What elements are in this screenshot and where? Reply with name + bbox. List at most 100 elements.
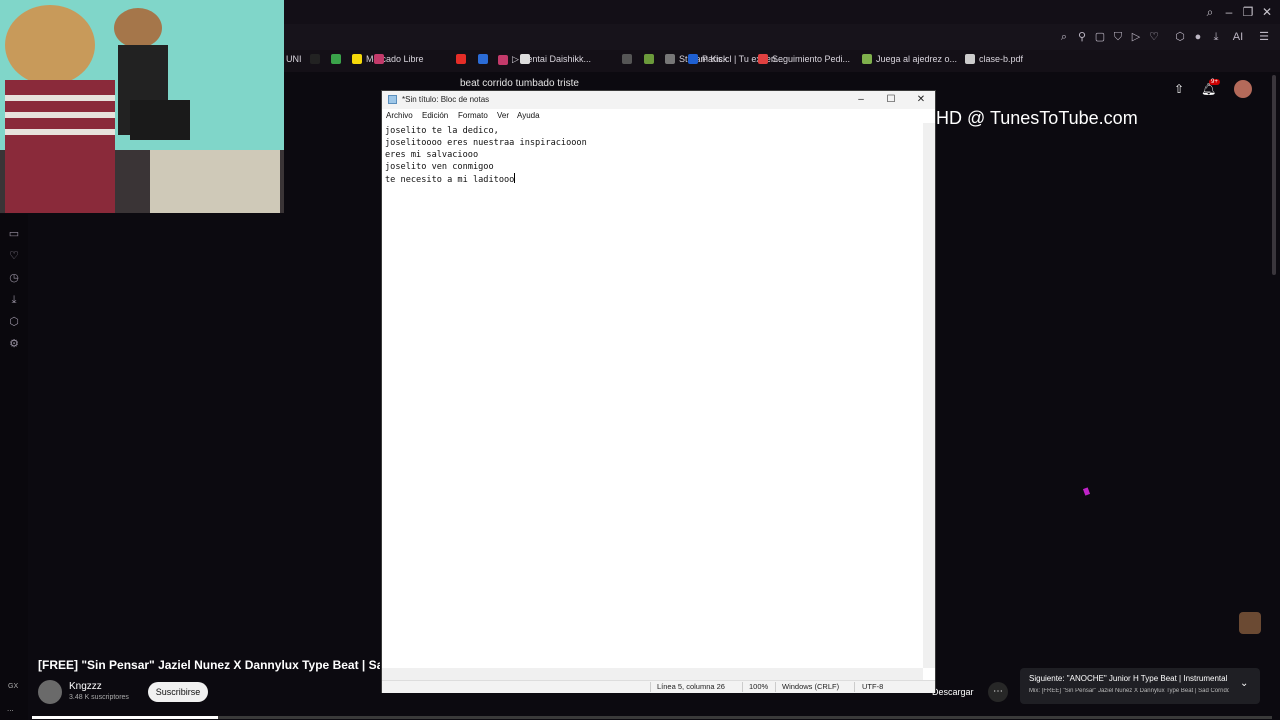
status-line-ending: Windows (CRLF) — [782, 682, 840, 691]
bookmark-icon — [456, 54, 466, 64]
pin-icon[interactable]: ⚲ — [1075, 30, 1089, 44]
video-progress-fill — [32, 716, 218, 719]
settings-icon[interactable]: ⚙ — [6, 336, 22, 352]
extensions-icon[interactable]: ⬡ — [1173, 30, 1187, 44]
bookmark-icon — [644, 54, 654, 64]
notepad-window: *Sin título: Bloc de notas – ☐ ✕ Archivo… — [381, 90, 936, 693]
minimize-button[interactable]: – — [846, 91, 876, 109]
zoom-icon[interactable]: ⌕ — [1057, 30, 1071, 44]
text-caret — [514, 173, 516, 183]
sidebar-more-icon[interactable]: ... — [7, 704, 14, 713]
heart-icon[interactable]: ♡ — [1147, 30, 1161, 44]
next-video-subtitle: Mix: [FREE] "Sin Pensar" Jaziel Nunez X … — [1029, 688, 1229, 694]
bookmark-item[interactable]: Mercado Libre — [352, 54, 424, 64]
bookmark-item[interactable] — [622, 54, 632, 64]
bookmark-icon — [688, 54, 698, 64]
status-separator — [854, 682, 855, 692]
bookmark-icon — [758, 54, 768, 64]
notepad-title: *Sin título: Bloc de notas — [402, 95, 490, 104]
bookmark-label: clase-b.pdf — [979, 54, 1024, 64]
status-position: Línea 5, columna 26 — [657, 682, 725, 691]
text-line: te necesito a mi laditooo — [385, 175, 515, 185]
subscriber-count: 3.48 K suscriptores — [69, 694, 129, 701]
bookmark-icon — [862, 54, 872, 64]
bookmark-label: Seguimiento Pedi... — [772, 54, 851, 64]
notepad-titlebar[interactable]: *Sin título: Bloc de notas – ☐ ✕ — [382, 91, 935, 109]
bookmark-item[interactable]: ▷ Sentai Daishikk... — [498, 54, 591, 65]
bookmark-item[interactable] — [456, 54, 466, 64]
download-button[interactable]: Descargar — [932, 682, 992, 702]
close-button[interactable]: ✕ — [906, 91, 936, 109]
status-separator — [775, 682, 776, 692]
bookmark-icon — [374, 54, 384, 64]
play-icon[interactable]: ▷ — [1129, 30, 1143, 44]
maximize-button[interactable]: ☐ — [876, 91, 906, 109]
menu-ver[interactable]: Ver — [497, 111, 509, 120]
notepad-menubar: Archivo Edición Formato Ver Ayuda — [382, 109, 935, 123]
menu-icon[interactable]: ☰ — [1257, 30, 1271, 44]
status-zoom: 100% — [749, 682, 769, 691]
menu-archivo[interactable]: Archivo — [386, 111, 413, 120]
video-title: [FREE] "Sin Pensar" Jaziel Nunez X Danny… — [38, 658, 380, 672]
notepad-statusbar: Línea 5, columna 26 100% Windows (CRLF) … — [382, 680, 935, 693]
profile-icon[interactable]: ● — [1191, 30, 1205, 44]
text-line-with-caret: te necesito a mi laditooo — [385, 173, 925, 186]
download-icon[interactable]: ⤓ — [1209, 30, 1223, 44]
bookmark-item[interactable]: clase-b.pdf — [965, 54, 1023, 64]
close-icon[interactable]: ✕ — [1260, 5, 1274, 19]
minimize-icon[interactable]: – — [1222, 5, 1236, 19]
gx-label: GX — [8, 683, 19, 690]
mouse-cursor — [1082, 487, 1091, 496]
upload-icon[interactable]: ⇧ — [1172, 82, 1186, 96]
menu-formato[interactable]: Formato — [458, 111, 488, 120]
next-video-title: Siguiente: "ANOCHE" Junior H Type Beat |… — [1029, 674, 1228, 683]
bookmark-icon — [665, 54, 675, 64]
page-scrollbar[interactable] — [1272, 75, 1276, 275]
channel-name[interactable]: Kngzzz — [69, 681, 102, 692]
bookmark-item[interactable] — [331, 54, 341, 64]
downloads-icon[interactable]: ⤓ — [6, 292, 22, 308]
subscribe-button[interactable]: Suscribirse — [148, 682, 208, 702]
bookmark-item[interactable] — [644, 54, 654, 64]
horizontal-scrollbar[interactable] — [382, 668, 923, 680]
vertical-scrollbar[interactable] — [923, 123, 935, 668]
menu-edicion[interactable]: Edición — [422, 111, 448, 120]
bookmark-icon — [352, 54, 362, 64]
wallet-icon[interactable]: ▭ — [6, 226, 22, 242]
bookmark-item[interactable] — [478, 54, 488, 64]
channel-avatar[interactable] — [38, 680, 62, 704]
history-icon[interactable]: ◷ — [6, 270, 22, 286]
webcam-feed — [0, 0, 284, 213]
bookmark-icon — [310, 54, 320, 64]
bookmark-icon — [965, 54, 975, 64]
more-actions-button[interactable]: ⋯ — [988, 682, 1008, 702]
restore-icon[interactable]: ❐ — [1241, 5, 1255, 19]
user-avatar[interactable] — [1234, 80, 1252, 98]
notepad-text-area[interactable]: joselito te la dedico, joselitoooo eres n… — [385, 125, 925, 186]
bookmark-item[interactable]: Juega al ajedrez o... — [862, 54, 957, 64]
text-line: joselitoooo eres nuestraa inspiraciooon — [385, 138, 587, 148]
menu-ayuda[interactable]: Ayuda — [517, 111, 540, 120]
bookmark-item[interactable]: Seguimiento Pedi... — [758, 54, 850, 64]
bookmark-icon — [520, 54, 530, 64]
mini-avatar — [1239, 612, 1261, 634]
notepad-icon — [388, 95, 397, 104]
bookmark-icon — [498, 54, 508, 65]
bookmark-item[interactable] — [520, 54, 530, 64]
status-encoding: UTF-8 — [862, 682, 884, 691]
bookmark-label: UNI — [286, 54, 302, 64]
video-progress-bar[interactable] — [32, 716, 1272, 719]
search-icon[interactable]: ⌕ — [1203, 5, 1217, 19]
bookmark-label: Juega al ajedrez o... — [876, 54, 958, 64]
bookmark-item[interactable] — [310, 54, 320, 64]
snapshot-icon[interactable]: ▢ — [1093, 30, 1107, 44]
ai-label: AI — [1232, 31, 1244, 43]
bookmark-item[interactable] — [374, 54, 384, 64]
shield-icon[interactable]: ⛉ — [1111, 30, 1125, 44]
next-video-card[interactable]: Siguiente: "ANOCHE" Junior H Type Beat |… — [1020, 668, 1260, 704]
extensions-icon[interactable]: ⬡ — [6, 314, 22, 330]
browser-sidebar — [0, 214, 28, 720]
favorites-icon[interactable]: ♡ — [6, 248, 22, 264]
chevron-down-icon[interactable]: ⌄ — [1240, 678, 1248, 689]
ai-button[interactable]: AI — [1227, 30, 1249, 44]
